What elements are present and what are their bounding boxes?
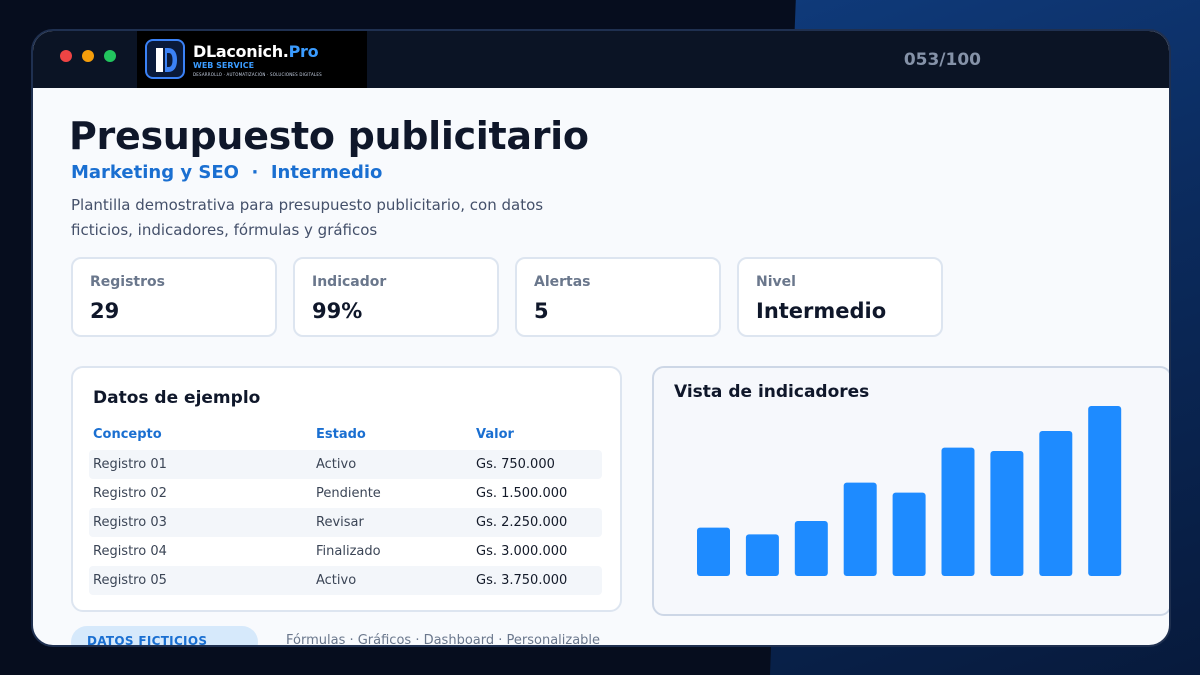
brand-tagline: DESARROLLO · AUTOMATIZACIÓN · SOLUCIONES… (193, 72, 322, 77)
cell-concepto: Registro 04 (93, 544, 167, 559)
table-row[interactable]: Registro 05 Activo Gs. 3.750.000 (89, 566, 602, 595)
stat-card-indicador: Indicador 99% (293, 257, 499, 337)
table-row[interactable]: Registro 02 Pendiente Gs. 1.500.000 (89, 479, 602, 508)
cell-valor: Gs. 1.500.000 (476, 486, 568, 501)
table-title: Datos de ejemplo (93, 388, 261, 408)
app-window: DLaconich.Pro WEB SERVICE DESARROLLO · A… (31, 29, 1171, 647)
cell-estado: Revisar (316, 515, 364, 530)
table-header-valor: Valor (476, 427, 514, 442)
stat-card-nivel: Nivel Intermedio (737, 257, 943, 337)
bar-chart (697, 406, 1122, 576)
stat-card-alertas: Alertas 5 (515, 257, 721, 337)
stat-card-label: Alertas (534, 274, 591, 290)
chart-bar-3 (794, 521, 828, 576)
cell-valor: Gs. 3.750.000 (476, 573, 568, 588)
stat-card-label: Registros (90, 274, 165, 290)
stat-card-value: 29 (90, 299, 120, 323)
brand-name: DLaconich.Pro (193, 42, 319, 61)
brand-mark-icon (145, 39, 185, 79)
close-window-button[interactable] (60, 50, 72, 62)
table-header-concepto: Concepto (93, 427, 162, 442)
cell-estado: Finalizado (316, 544, 381, 559)
fictitious-data-badge: DATOS FICTICIOS (71, 626, 258, 647)
chart-bar-1 (697, 527, 730, 576)
table-row[interactable]: Registro 01 Activo Gs. 750.000 (89, 450, 602, 479)
chart-bar-7 (990, 451, 1024, 576)
feature-list: Fórmulas · Gráficos · Dashboard · Person… (286, 633, 601, 647)
chart-bar-5 (892, 492, 926, 576)
data-table-panel: Datos de ejemplo Concepto Estado Valor R… (71, 366, 622, 612)
cell-concepto: Registro 05 (93, 573, 167, 588)
slide-counter: 053/100 (903, 50, 981, 70)
cell-concepto: Registro 03 (93, 515, 167, 530)
chart-bar-8 (1039, 431, 1073, 576)
cell-concepto: Registro 01 (93, 457, 167, 472)
brand-service: WEB SERVICE (193, 61, 255, 70)
chart-bar-4 (843, 482, 877, 576)
stat-card-value: Intermedio (756, 299, 887, 323)
stat-card-value: 5 (534, 299, 549, 323)
page-title: Presupuesto publicitario (69, 114, 589, 158)
cell-estado: Activo (316, 457, 357, 472)
brand-logo: DLaconich.Pro WEB SERVICE DESARROLLO · A… (137, 31, 367, 88)
chart-bar-9 (1088, 406, 1122, 576)
table-header-estado: Estado (316, 427, 366, 442)
stat-card-registros: Registros 29 (71, 257, 277, 337)
badge-label: DATOS FICTICIOS (87, 634, 208, 647)
cell-valor: Gs. 3.000.000 (476, 544, 568, 559)
stat-card-label: Indicador (312, 274, 387, 290)
chart-bar-6 (941, 447, 975, 576)
maximize-window-button[interactable] (104, 50, 116, 62)
table-row[interactable]: Registro 04 Finalizado Gs. 3.000.000 (89, 537, 602, 566)
stat-card-value: 99% (312, 299, 363, 323)
chart-bar-2 (745, 534, 779, 576)
chart-panel: Vista de indicadores (652, 366, 1169, 616)
page-description: Plantilla demostrativa para presupuesto … (71, 196, 544, 239)
cell-concepto: Registro 02 (93, 486, 167, 501)
cell-estado: Activo (316, 573, 357, 588)
cell-valor: Gs. 2.250.000 (476, 515, 568, 530)
minimize-window-button[interactable] (82, 50, 94, 62)
table-row[interactable]: Registro 03 Revisar Gs. 2.250.000 (89, 508, 602, 537)
page-subtitle: Marketing y SEO · Intermedio (71, 162, 383, 183)
cell-estado: Pendiente (316, 486, 381, 501)
title-bar: DLaconich.Pro WEB SERVICE DESARROLLO · A… (33, 31, 1169, 88)
cell-valor: Gs. 750.000 (476, 457, 555, 472)
stat-card-label: Nivel (756, 274, 796, 290)
